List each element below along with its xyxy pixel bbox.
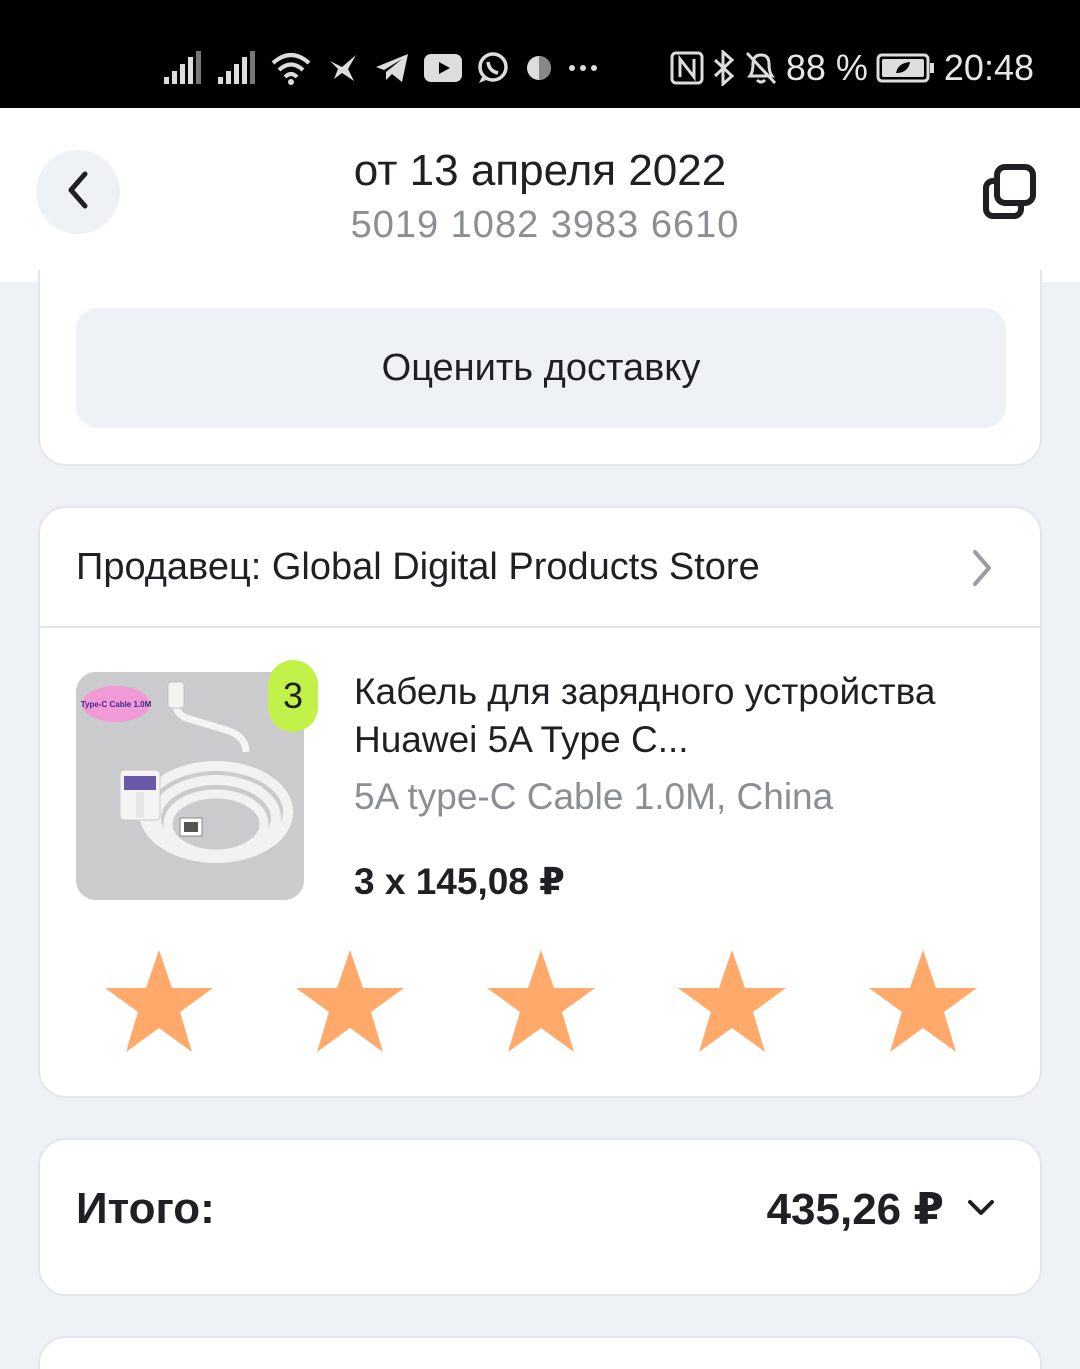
product-image-caption: Type-C Cable 1.0M — [81, 700, 152, 709]
clock: 20:48 — [943, 47, 1034, 88]
status-bar: 88 % 20:48 — [0, 0, 1080, 108]
app-icon — [524, 48, 554, 88]
wifi-icon — [270, 48, 312, 88]
product-rating — [102, 948, 982, 1058]
chevron-right-icon — [970, 548, 994, 593]
order-card: Продавец: Global Digital Products Store … — [38, 506, 1042, 1098]
whatsapp-icon — [476, 48, 510, 88]
star-icon[interactable] — [484, 948, 598, 1056]
product-title[interactable]: Кабель для зарядного устройства Huawei 5… — [354, 668, 1004, 764]
more-dots-icon — [568, 48, 598, 88]
youtube-icon — [424, 48, 462, 88]
star-icon[interactable] — [675, 948, 789, 1056]
page-title: от 13 апреля 2022 — [353, 146, 727, 195]
battery-icon — [876, 48, 936, 88]
seller-label: Продавец: Global Digital Products Store — [76, 545, 760, 588]
telegram-icon — [374, 48, 410, 88]
signal-icon — [216, 48, 256, 88]
product-variant: 5A type-C Cable 1.0M, China — [354, 776, 834, 817]
total-label: Итого: — [76, 1184, 215, 1233]
signal-icon — [162, 48, 202, 88]
status-right-icons: 88 % 20:48 — [670, 40, 1034, 96]
delivery-card: Оценить доставку — [38, 270, 1042, 466]
copy-icon — [981, 163, 1039, 226]
rate-delivery-button[interactable]: Оценить доставку — [76, 308, 1006, 428]
order-number: 5019 1082 3983 6610 — [350, 204, 740, 246]
seller-row[interactable]: Продавец: Global Digital Products Store — [40, 508, 1040, 628]
total-value: 435,26 ₽ — [766, 1185, 944, 1234]
copy-button[interactable] — [980, 163, 1040, 226]
mute-icon — [744, 48, 778, 88]
bluetooth-icon — [712, 48, 736, 88]
status-left-icons — [162, 40, 598, 96]
nfc-icon — [670, 48, 704, 88]
battery-percent: 88 % — [785, 47, 868, 88]
header: от 13 апреля 2022 5019 1082 3983 6610 — [0, 108, 1080, 282]
next-card — [38, 1336, 1042, 1369]
star-icon[interactable] — [293, 948, 407, 1056]
total-card[interactable]: Итого: 435,26 ₽ — [38, 1138, 1042, 1296]
chevron-down-icon[interactable] — [966, 1198, 996, 1223]
star-icon[interactable] — [102, 948, 216, 1056]
bird-app-icon — [326, 48, 360, 88]
quantity-badge: 3 — [268, 660, 318, 732]
product-price: 3 x 145,08 ₽ — [354, 861, 565, 902]
star-icon[interactable] — [866, 948, 980, 1056]
